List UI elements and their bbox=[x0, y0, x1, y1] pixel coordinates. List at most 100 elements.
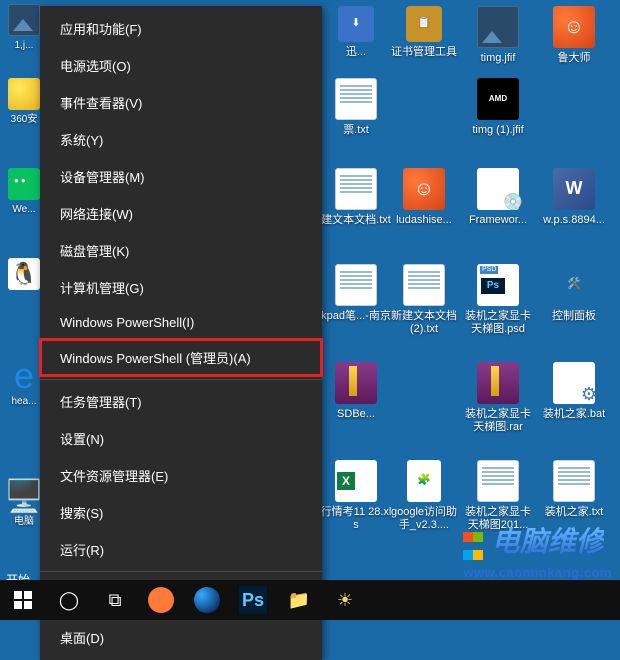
desktop-icon[interactable]: timg.jfif bbox=[460, 6, 536, 65]
desktop-icon[interactable]: 装机之家.bat bbox=[536, 362, 612, 421]
desktop-icon[interactable]: 📋 证书管理工具 bbox=[386, 6, 462, 59]
taskbar-app[interactable] bbox=[184, 580, 230, 620]
menu-run[interactable]: 运行(R) bbox=[40, 531, 322, 568]
cert-tool-icon: 📋 bbox=[406, 6, 442, 42]
desktop-icon[interactable]: 🐧 bbox=[5, 258, 43, 294]
desktop-icon[interactable]: 1,j... bbox=[5, 4, 43, 52]
icon-label: 装机之家显卡天梯图.psd bbox=[460, 310, 536, 336]
crx-file-icon: 🧩 bbox=[407, 460, 441, 502]
menu-search[interactable]: 搜索(S) bbox=[40, 494, 322, 531]
control-panel-icon: 🛠️ bbox=[553, 264, 595, 306]
qq-icon: 🐧 bbox=[8, 258, 40, 290]
icon-label: 1,j... bbox=[5, 40, 43, 52]
taskbar-app[interactable] bbox=[138, 580, 184, 620]
amd-icon: AMD bbox=[477, 78, 519, 120]
task-view-icon: ⧉ bbox=[109, 590, 122, 611]
icon-label: SDBe... bbox=[318, 408, 394, 421]
ludashi-icon bbox=[553, 6, 595, 48]
menu-power-options[interactable]: 电源选项(O) bbox=[40, 47, 322, 84]
menu-network[interactable]: 网络连接(W) bbox=[40, 195, 322, 232]
taskbar: ◯ ⧉ Ps 📁 ☀ bbox=[0, 580, 620, 620]
desktop-icon[interactable]: ludashise... bbox=[386, 168, 462, 227]
icon-label: 票.txt bbox=[318, 124, 394, 137]
menu-disk-mgmt[interactable]: 磁盘管理(K) bbox=[40, 232, 322, 269]
taskbar-app[interactable]: Ps bbox=[230, 580, 276, 620]
task-view-button[interactable]: ⧉ bbox=[92, 580, 138, 620]
icon-label: ludashise... bbox=[386, 214, 462, 227]
ludashi-icon bbox=[403, 168, 445, 210]
desktop-icon[interactable]: 新建文本文档(2).txt bbox=[386, 264, 462, 336]
browser-icon bbox=[194, 587, 220, 613]
desktop-icon[interactable]: 装机之家显卡天梯图.psd bbox=[460, 264, 536, 336]
cortana-button[interactable]: ◯ bbox=[46, 580, 92, 620]
icon-label: timg (1).jfif bbox=[460, 124, 536, 137]
rar-file-icon bbox=[477, 362, 519, 404]
desktop-icon[interactable]: 建文本文档.txt bbox=[318, 168, 394, 227]
circle-icon: ◯ bbox=[59, 590, 79, 611]
menu-device-manager[interactable]: 设备管理器(M) bbox=[40, 158, 322, 195]
desktop-icon[interactable]: kpad笔...-南京 bbox=[318, 264, 394, 323]
desktop-icon[interactable]: e hea... bbox=[5, 360, 43, 408]
icon-label: 360安 bbox=[5, 114, 43, 126]
desktop-icon[interactable]: 鲁大师 bbox=[536, 6, 612, 65]
icon-label: w.p.s.8894... bbox=[536, 214, 612, 227]
icon-label: 证书管理工具 bbox=[386, 46, 462, 59]
icon-label: 新建文本文档(2).txt bbox=[386, 310, 462, 336]
desktop-icon[interactable]: 🖥️ 电脑 bbox=[5, 480, 43, 528]
icon-label: 鲁大师 bbox=[536, 52, 612, 65]
desktop-icon[interactable]: 票.txt bbox=[318, 78, 394, 137]
folder-icon: 📁 bbox=[288, 590, 310, 611]
desktop-icon[interactable]: 360安 bbox=[5, 78, 43, 126]
desktop-icon[interactable]: W w.p.s.8894... bbox=[536, 168, 612, 227]
text-file-icon bbox=[335, 264, 377, 306]
icon-label: google访问助手_v2.3.... bbox=[386, 506, 462, 532]
menu-powershell[interactable]: Windows PowerShell(I) bbox=[40, 306, 322, 339]
psd-file-icon bbox=[477, 264, 519, 306]
windows-logo-icon bbox=[14, 591, 32, 609]
menu-event-viewer[interactable]: 事件查看器(V) bbox=[40, 84, 322, 121]
photoshop-icon: Ps bbox=[239, 586, 267, 614]
image-file-icon bbox=[8, 4, 40, 36]
icon-label: 建文本文档.txt bbox=[318, 214, 394, 227]
rar-file-icon bbox=[335, 362, 377, 404]
taskbar-app[interactable]: ☀ bbox=[322, 580, 368, 620]
desktop-icon[interactable]: We... bbox=[5, 168, 43, 216]
menu-explorer[interactable]: 文件资源管理器(E) bbox=[40, 457, 322, 494]
360-icon bbox=[8, 78, 40, 110]
menu-separator bbox=[40, 379, 322, 380]
menu-computer-mgmt[interactable]: 计算机管理(G) bbox=[40, 269, 322, 306]
desktop-icon[interactable]: SDBe... bbox=[318, 362, 394, 421]
menu-desktop[interactable]: 桌面(D) bbox=[40, 619, 322, 656]
menu-separator bbox=[40, 571, 322, 572]
menu-system[interactable]: 系统(Y) bbox=[40, 121, 322, 158]
desktop-icon[interactable]: 装机之家.txt bbox=[536, 460, 612, 519]
ie-icon: e bbox=[8, 360, 40, 392]
text-file-icon bbox=[553, 460, 595, 502]
desktop-icon[interactable]: Framewor... bbox=[460, 168, 536, 227]
winx-context-menu: 应用和功能(F) 电源选项(O) 事件查看器(V) 系统(Y) 设备管理器(M)… bbox=[40, 6, 322, 660]
desktop-icon[interactable]: 🧩 google访问助手_v2.3.... bbox=[386, 460, 462, 532]
text-file-icon bbox=[403, 264, 445, 306]
menu-settings[interactable]: 设置(N) bbox=[40, 420, 322, 457]
desktop-icon[interactable]: 行情考11 28.xls bbox=[318, 460, 394, 532]
icon-label: 装机之家显卡天梯图.rar bbox=[460, 408, 536, 434]
wps-icon: W bbox=[553, 168, 595, 210]
app-icon: ☀ bbox=[337, 590, 353, 611]
start-button[interactable] bbox=[0, 580, 46, 620]
menu-apps-features[interactable]: 应用和功能(F) bbox=[40, 10, 322, 47]
desktop-icon[interactable]: AMD timg (1).jfif bbox=[460, 78, 536, 137]
bat-file-icon bbox=[553, 362, 595, 404]
menu-task-manager[interactable]: 任务管理器(T) bbox=[40, 383, 322, 420]
icon-label: timg.jfif bbox=[460, 52, 536, 65]
icon-label: 控制面板 bbox=[536, 310, 612, 323]
taskbar-app[interactable]: 📁 bbox=[276, 580, 322, 620]
app-icon: ⬇ bbox=[338, 6, 374, 42]
wechat-icon bbox=[8, 168, 40, 200]
desktop-icon[interactable]: 🛠️ 控制面板 bbox=[536, 264, 612, 323]
menu-powershell-admin[interactable]: Windows PowerShell (管理员)(A) bbox=[40, 339, 322, 376]
text-file-icon bbox=[335, 78, 377, 120]
desktop-icon[interactable]: ⬇ 迅... bbox=[318, 6, 394, 59]
desktop-icon[interactable]: 装机之家显卡天梯图.rar bbox=[460, 362, 536, 434]
text-file-icon bbox=[477, 460, 519, 502]
watermark-url: www.caominkang.com bbox=[463, 565, 612, 580]
